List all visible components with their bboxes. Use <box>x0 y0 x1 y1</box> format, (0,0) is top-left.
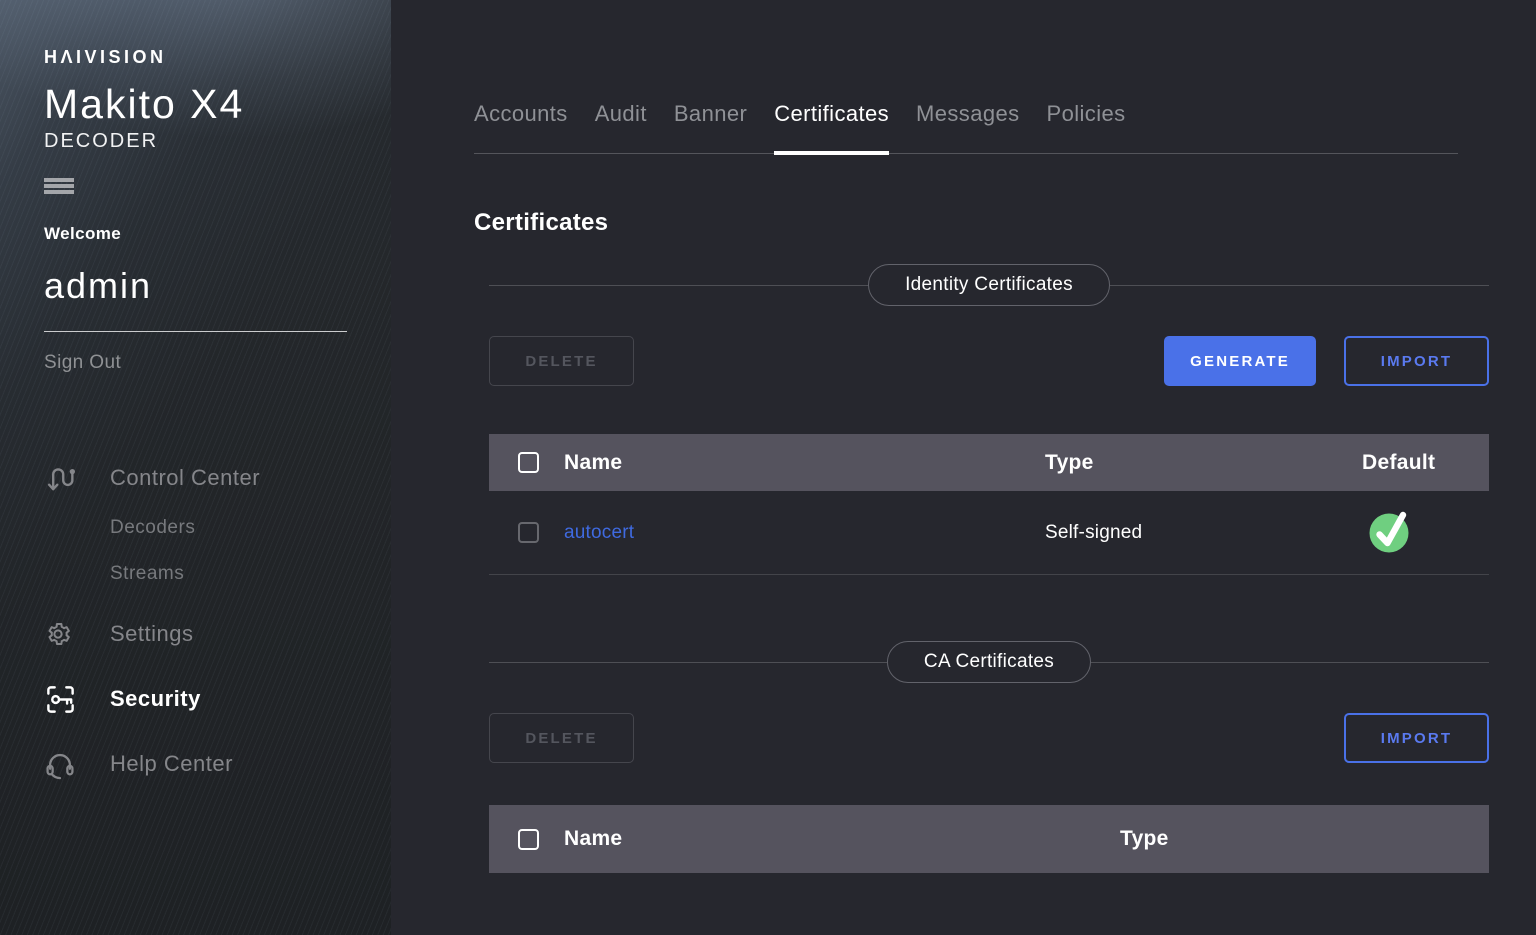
column-header-name: Name <box>564 451 1045 475</box>
certificate-name-link[interactable]: autocert <box>564 522 1045 544</box>
header-checkbox-cell <box>489 452 564 473</box>
welcome-label: Welcome <box>44 224 391 244</box>
table-row: autocert Self-signed <box>489 491 1489 575</box>
divider-line <box>489 285 868 286</box>
tab-bar: Accounts Audit Banner Certificates Messa… <box>474 0 1458 154</box>
identity-import-button[interactable]: IMPORT <box>1344 336 1489 386</box>
sidebar-item-label: Control Center <box>110 465 260 491</box>
identity-certificates-table: Name Type Default autocert Self-signed <box>489 434 1489 575</box>
tab-messages[interactable]: Messages <box>916 101 1019 153</box>
page-title: Certificates <box>474 209 1489 237</box>
ca-certificates-section: CA Certificates DELETE IMPORT Name Type <box>489 641 1489 873</box>
tab-policies[interactable]: Policies <box>1047 101 1126 153</box>
identity-table-header: Name Type Default <box>489 434 1489 491</box>
row-checkbox[interactable] <box>518 522 539 543</box>
sidebar-item-control-center[interactable]: Control Center <box>44 462 391 494</box>
identity-actions: DELETE GENERATE IMPORT <box>489 336 1489 386</box>
identity-section-pill: Identity Certificates <box>868 264 1110 306</box>
sidebar-menu: Control Center Decoders Streams Settings <box>44 462 391 780</box>
sidebar-item-help-center[interactable]: Help Center <box>44 748 391 780</box>
ca-certificates-table: Name Type <box>489 805 1489 873</box>
select-all-checkbox[interactable] <box>518 829 539 850</box>
divider-line <box>1110 285 1489 286</box>
identity-delete-button[interactable]: DELETE <box>489 336 634 386</box>
ca-delete-button[interactable]: DELETE <box>489 713 634 763</box>
tab-audit[interactable]: Audit <box>595 101 647 153</box>
ca-section-pill: CA Certificates <box>887 641 1091 683</box>
sidebar-item-label: Settings <box>110 621 194 647</box>
header-checkbox-cell <box>489 829 564 850</box>
column-header-type: Type <box>1045 451 1362 475</box>
sidebar-item-label: Decoders <box>110 517 195 539</box>
user-divider <box>44 331 347 332</box>
sidebar-item-label: Streams <box>110 563 184 585</box>
identity-section-divider: Identity Certificates <box>489 264 1489 306</box>
certificate-type: Self-signed <box>1045 522 1362 544</box>
column-header-name: Name <box>564 827 1120 851</box>
username: admin <box>44 265 391 307</box>
ca-table-header: Name Type <box>489 805 1489 873</box>
divider-line <box>489 662 887 663</box>
select-all-checkbox[interactable] <box>518 452 539 473</box>
haivision-logo: HΛIVISION <box>44 0 391 68</box>
main-content: Accounts Audit Banner Certificates Messa… <box>391 0 1536 935</box>
sidebar-item-security[interactable]: Security <box>44 683 391 715</box>
headset-icon <box>44 748 110 780</box>
key-brackets-icon <box>44 683 110 716</box>
sidebar-item-label: Help Center <box>110 751 233 777</box>
sidebar-item-settings[interactable]: Settings <box>44 618 391 650</box>
sidebar-item-decoders[interactable]: Decoders <box>44 516 391 540</box>
gear-icon <box>44 620 110 648</box>
sidebar-item-streams[interactable]: Streams <box>44 562 391 586</box>
identity-generate-button[interactable]: GENERATE <box>1164 336 1316 386</box>
divider-line <box>1091 662 1489 663</box>
row-checkbox-cell <box>489 522 564 543</box>
tab-banner[interactable]: Banner <box>674 101 747 153</box>
identity-certificates-section: Identity Certificates DELETE GENERATE IM… <box>489 264 1489 575</box>
sidebar: HΛIVISION Makito X4 DECODER Welcome admi… <box>0 0 391 935</box>
ca-section-divider: CA Certificates <box>489 641 1489 683</box>
tab-accounts[interactable]: Accounts <box>474 101 568 153</box>
product-subtitle: DECODER <box>44 130 391 153</box>
route-icon <box>44 463 110 494</box>
app-window: HΛIVISION Makito X4 DECODER Welcome admi… <box>0 0 1536 935</box>
column-header-default: Default <box>1362 451 1489 475</box>
column-header-type: Type <box>1120 827 1489 851</box>
ca-actions: DELETE IMPORT <box>489 713 1489 763</box>
default-check-icon <box>1367 507 1411 553</box>
ca-import-button[interactable]: IMPORT <box>1344 713 1489 763</box>
sidebar-item-label: Security <box>110 686 201 712</box>
product-name: Makito X4 <box>44 84 391 125</box>
default-cell <box>1362 507 1489 558</box>
hamburger-menu-icon[interactable] <box>44 178 74 194</box>
tab-certificates[interactable]: Certificates <box>774 101 889 153</box>
sign-out-link[interactable]: Sign Out <box>44 352 391 374</box>
